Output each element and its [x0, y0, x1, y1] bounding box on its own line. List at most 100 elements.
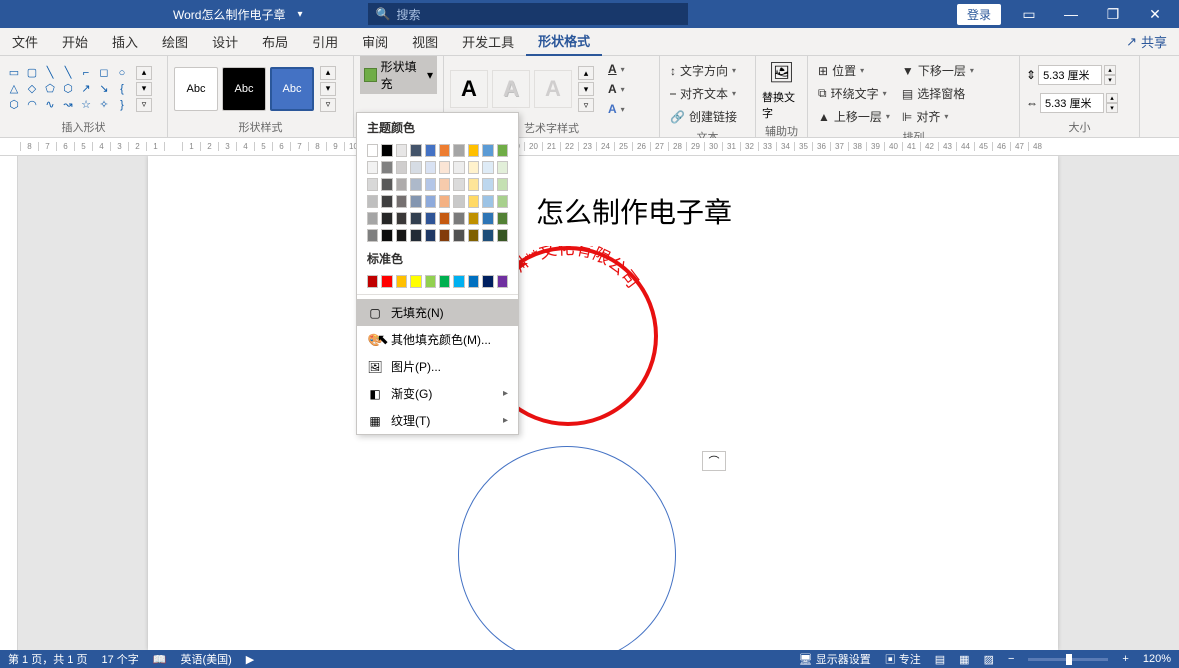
document-canvas[interactable]: 怎么制作电子章 深圳**文化有限公司 ⌒ [18, 156, 1179, 650]
spellcheck-icon[interactable]: 📖 [153, 653, 167, 666]
color-swatch[interactable] [410, 195, 421, 208]
color-swatch[interactable] [482, 178, 493, 191]
color-swatch[interactable] [439, 229, 450, 242]
picture-fill-item[interactable]: 🖼 图片(P)... [357, 353, 518, 380]
theme-shade-row[interactable] [357, 227, 518, 244]
minimize-icon[interactable]: — [1057, 0, 1085, 28]
color-swatch[interactable] [367, 195, 378, 208]
zoom-slider[interactable] [1028, 658, 1108, 661]
color-swatch[interactable] [482, 195, 493, 208]
focus-mode[interactable]: ▣ 专注 [885, 651, 921, 667]
tab-references[interactable]: 引用 [300, 28, 350, 56]
color-swatch[interactable] [453, 161, 464, 174]
selected-circle-shape[interactable] [458, 446, 676, 650]
macro-icon[interactable]: ▶ [246, 653, 254, 666]
create-link-button[interactable]: 🔗创建链接 [666, 106, 741, 127]
gradient-fill-item[interactable]: ◧ 渐变(G) ▸ [357, 380, 518, 407]
shapes-more[interactable]: ▴▾▿ [136, 66, 152, 112]
alt-text-icon[interactable]: 🖼 [769, 60, 794, 85]
color-swatch[interactable] [381, 212, 392, 225]
style-preset-3[interactable]: Abc [270, 67, 314, 111]
color-swatch[interactable] [453, 144, 464, 157]
zoom-level[interactable]: 120% [1143, 653, 1171, 665]
color-swatch[interactable] [468, 229, 479, 242]
color-swatch[interactable] [468, 275, 479, 288]
align-text-button[interactable]: ⎯对齐文本▾ [666, 83, 741, 104]
color-swatch[interactable] [425, 229, 436, 242]
color-swatch[interactable] [482, 275, 493, 288]
zoom-out-icon[interactable]: − [1008, 653, 1014, 665]
zoom-in-icon[interactable]: + [1122, 653, 1128, 665]
tab-review[interactable]: 审阅 [350, 28, 400, 56]
color-swatch[interactable] [381, 229, 392, 242]
color-swatch[interactable] [482, 161, 493, 174]
shape-fill-button[interactable]: 形状填充 ▾ [360, 56, 437, 94]
style-more[interactable]: ▴▾▿ [320, 66, 336, 112]
color-swatch[interactable] [453, 212, 464, 225]
page-indicator[interactable]: 第 1 页，共 1 页 [8, 651, 87, 667]
color-swatch[interactable] [425, 144, 436, 157]
wordart-3[interactable]: A [534, 70, 572, 108]
color-swatch[interactable] [439, 144, 450, 157]
color-swatch[interactable] [381, 144, 392, 157]
color-swatch[interactable] [439, 178, 450, 191]
color-swatch[interactable] [381, 195, 392, 208]
tab-file[interactable]: 文件 [0, 28, 50, 56]
text-direction-button[interactable]: ↕文字方向▾ [666, 60, 741, 81]
wordart-more[interactable]: ▴▾▿ [578, 66, 594, 112]
color-swatch[interactable] [453, 229, 464, 242]
title-dropdown-icon[interactable]: ▾ [297, 9, 302, 20]
color-swatch[interactable] [425, 161, 436, 174]
color-swatch[interactable] [367, 161, 378, 174]
color-swatch[interactable] [410, 161, 421, 174]
word-count[interactable]: 17 个字 [101, 651, 138, 667]
theme-color-row[interactable] [357, 142, 518, 159]
language-indicator[interactable]: 英语(美国) [180, 651, 231, 667]
tab-layout[interactable]: 布局 [250, 28, 300, 56]
color-swatch[interactable] [453, 195, 464, 208]
color-swatch[interactable] [396, 275, 407, 288]
width-up[interactable]: ▴ [1106, 93, 1118, 103]
tab-design[interactable]: 设计 [200, 28, 250, 56]
search-box[interactable]: 🔍 搜索 [368, 3, 688, 25]
color-swatch[interactable] [367, 229, 378, 242]
maximize-icon[interactable]: ❐ [1099, 0, 1127, 28]
color-swatch[interactable] [453, 275, 464, 288]
read-mode-icon[interactable]: ▦ [959, 653, 969, 666]
theme-shade-row[interactable] [357, 176, 518, 193]
share-button[interactable]: ↗共享 [1114, 32, 1179, 51]
display-settings[interactable]: 🖥 显示器设置 [799, 651, 871, 667]
tab-view[interactable]: 视图 [400, 28, 450, 56]
color-swatch[interactable] [439, 161, 450, 174]
shapes-gallery[interactable]: ▭▢╲╲⌐◻○ △◇⬠⬡↗↘{ ⬡◠∿↝☆✧} [6, 66, 130, 112]
texture-fill-item[interactable]: ▦ 纹理(T) ▸ [357, 407, 518, 434]
color-swatch[interactable] [482, 144, 493, 157]
color-swatch[interactable] [439, 212, 450, 225]
text-outline-button[interactable]: A▾ [604, 80, 629, 98]
tab-insert[interactable]: 插入 [100, 28, 150, 56]
color-swatch[interactable] [497, 161, 508, 174]
tab-draw[interactable]: 绘图 [150, 28, 200, 56]
theme-shade-row[interactable] [357, 210, 518, 227]
color-swatch[interactable] [497, 178, 508, 191]
shape-height-input[interactable] [1038, 65, 1102, 85]
color-swatch[interactable] [425, 195, 436, 208]
wrap-text-button[interactable]: ⧉环绕文字▾ [814, 83, 894, 104]
text-effects-button[interactable]: A▾ [604, 100, 629, 118]
color-swatch[interactable] [425, 212, 436, 225]
width-down[interactable]: ▾ [1106, 103, 1118, 113]
color-swatch[interactable] [439, 195, 450, 208]
color-swatch[interactable] [453, 178, 464, 191]
wordart-gallery[interactable]: A A A [450, 70, 572, 108]
no-fill-item[interactable]: ▢ 无填充(N) ⬉ [357, 299, 518, 326]
height-up[interactable]: ▴ [1104, 65, 1116, 75]
color-swatch[interactable] [410, 229, 421, 242]
color-swatch[interactable] [468, 195, 479, 208]
ribbon-display-icon[interactable]: ▭ [1015, 0, 1043, 28]
color-swatch[interactable] [468, 144, 479, 157]
wordart-1[interactable]: A [450, 70, 488, 108]
theme-shade-row[interactable] [357, 193, 518, 210]
color-swatch[interactable] [396, 144, 407, 157]
style-preset-1[interactable]: Abc [174, 67, 218, 111]
color-swatch[interactable] [381, 161, 392, 174]
